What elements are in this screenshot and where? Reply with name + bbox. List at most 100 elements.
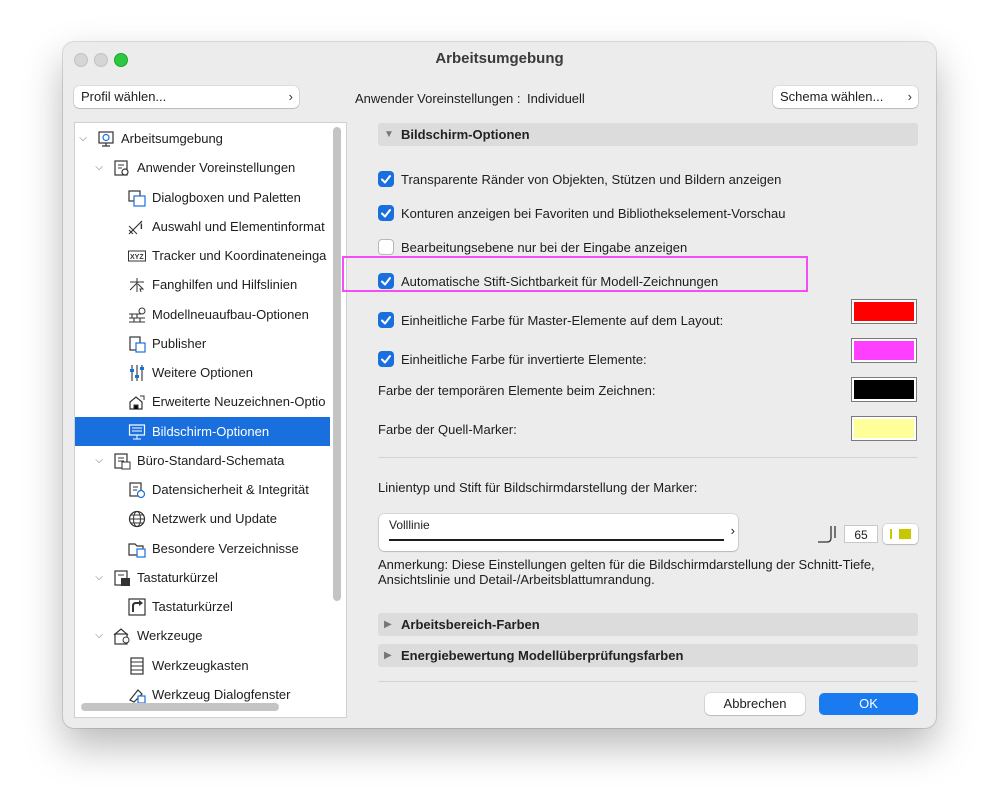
- sidebar-item[interactable]: Werkzeugkasten: [75, 651, 330, 680]
- divider: [378, 457, 918, 458]
- sidebar-item-label: Modellneuaufbau-Optionen: [152, 306, 309, 322]
- checkmark-icon: [381, 355, 391, 364]
- chevron-right-icon: ›: [907, 89, 912, 104]
- sidebar-item[interactable]: ⌵ Werkzeuge: [75, 621, 330, 650]
- sidebar-item[interactable]: i Auswahl und Elementinformat: [75, 212, 330, 241]
- tools-icon: [113, 628, 130, 645]
- pen-color-button[interactable]: [883, 524, 918, 544]
- user-settings-icon: [114, 160, 129, 176]
- option-checkbox[interactable]: [378, 205, 394, 221]
- vertical-scrollbar[interactable]: [333, 127, 341, 601]
- pen-icon: [818, 526, 836, 543]
- profile-select-button[interactable]: Profil wählen... ›: [74, 86, 299, 108]
- settings-value: Individuell: [527, 91, 585, 106]
- sidebar-item[interactable]: Publisher: [75, 329, 330, 358]
- shortcut-arrow-icon: [128, 598, 146, 616]
- disclosure-expanded-icon[interactable]: ⌵: [93, 563, 105, 592]
- option-label: Bearbeitungsebene nur bei der Eingabe an…: [401, 240, 688, 255]
- folder-icon: [128, 542, 146, 558]
- sidebar-item[interactable]: ⌵ Büro-Standard-Schemata: [75, 446, 330, 475]
- disclosure-collapsed-icon: ▶: [384, 650, 392, 661]
- sidebar-item[interactable]: Dialogboxen und Paletten: [75, 183, 330, 212]
- sidebar-item[interactable]: Datensicherheit & Integrität: [75, 475, 330, 504]
- disclosure-expanded-icon: ▼: [384, 129, 394, 140]
- window-title: Arbeitsumgebung: [435, 50, 564, 67]
- snap-guides-icon: [129, 278, 145, 293]
- sidebar-item[interactable]: Fanghilfen und Hilfslinien: [75, 270, 330, 299]
- sidebar-item[interactable]: ⌵ Arbeitsumgebung: [75, 124, 330, 153]
- profile-select-label: Profil wählen...: [81, 89, 167, 104]
- horizontal-scrollbar[interactable]: [81, 703, 279, 711]
- redraw-house-icon: [129, 395, 145, 410]
- option-label: Transparente Ränder von Objekten, Stütze…: [401, 172, 782, 187]
- sidebar-item[interactable]: ⌵ Anwender Voreinstellungen: [75, 153, 330, 182]
- sidebar-item[interactable]: Bildschirm-Optionen: [75, 416, 330, 446]
- sidebar-item-label: Tracker und Koordinateneinga: [152, 248, 327, 263]
- source-marker-color-label: Farbe der Quell-Marker:: [378, 422, 517, 437]
- option-checkbox[interactable]: [378, 351, 394, 367]
- settings-tree: ⌵ Arbeitsumgebung ⌵ Anwender Voreinstellung…: [74, 122, 347, 718]
- data-safety-icon: [129, 482, 146, 499]
- checkmark-icon: [381, 175, 391, 184]
- checkmark-icon: [381, 209, 391, 218]
- section-energy-colors[interactable]: ▶ Energiebewertung Modellüberprüfungsfar…: [378, 644, 918, 667]
- master-color-swatch[interactable]: [851, 299, 917, 324]
- section-screen-options[interactable]: ▼ Bildschirm-Optionen: [378, 123, 918, 146]
- divider: [378, 681, 918, 682]
- disclosure-expanded-icon[interactable]: ⌵: [93, 153, 105, 182]
- sidebar-item[interactable]: Netzwerk und Update: [75, 504, 330, 533]
- linetype-select[interactable]: Volllinie ›: [379, 514, 738, 551]
- schema-select-label: Schema wählen...: [780, 89, 884, 104]
- sidebar-item-label: Weitere Optionen: [152, 365, 253, 380]
- sidebar-item-label: Tastaturkürzel: [152, 599, 233, 614]
- option-label: Einheitliche Farbe für Master-Elemente a…: [401, 313, 724, 328]
- globe-icon: [128, 511, 146, 528]
- section-workspace-colors[interactable]: ▶ Arbeitsbereich-Farben: [378, 613, 918, 636]
- sidebar-item[interactable]: Weitere Optionen: [75, 358, 330, 387]
- linetype-value: Volllinie: [389, 518, 430, 532]
- svg-text:i: i: [140, 221, 143, 232]
- checkmark-icon: [381, 316, 391, 325]
- sidebar-item[interactable]: Erweiterte Neuzeichnen-Optio: [75, 387, 330, 416]
- sidebar-item[interactable]: XYZ Tracker und Koordinateneinga: [75, 241, 330, 270]
- cancel-button[interactable]: Abbrechen: [705, 693, 805, 715]
- sliders-icon: [130, 365, 144, 381]
- sidebar-item-label: Auswahl und Elementinformat: [152, 218, 325, 234]
- note-text: Anmerkung: Diese Einstellungen gelten fü…: [378, 557, 875, 587]
- settings-label: Anwender Voreinstellungen :: [355, 91, 521, 106]
- option-label: Einheitliche Farbe für invertierte Eleme…: [401, 352, 647, 367]
- sidebar-item-label: Datensicherheit & Integrität: [152, 482, 309, 497]
- option-checkbox[interactable]: [378, 171, 394, 187]
- chevron-right-icon: ›: [730, 523, 735, 538]
- tool-dialog-icon: [129, 688, 146, 704]
- sidebar-item-label: Fanghilfen und Hilfslinien: [152, 277, 298, 293]
- preferences-window: Arbeitsumgebung Profil wählen... › Anwen…: [63, 42, 936, 728]
- sidebar-item[interactable]: ⌵ Tastaturkürzel: [75, 563, 330, 592]
- sidebar-item-label: Erweiterte Neuzeichnen-Optio: [152, 394, 326, 410]
- office-standard-icon: [114, 453, 131, 470]
- disclosure-expanded-icon[interactable]: ⌵: [77, 124, 89, 153]
- ok-button[interactable]: OK: [819, 693, 918, 715]
- xyz-tracker-icon: XYZ: [128, 250, 146, 262]
- disclosure-expanded-icon[interactable]: ⌵: [93, 446, 105, 475]
- pen-number-field[interactable]: 65: [844, 525, 878, 543]
- option-checkbox[interactable]: [378, 239, 394, 255]
- source-marker-color-swatch[interactable]: [851, 416, 917, 441]
- sidebar-item-label: Arbeitsumgebung: [121, 131, 223, 146]
- sidebar-item-label: Bildschirm-Optionen: [152, 423, 270, 439]
- disclosure-expanded-icon[interactable]: ⌵: [93, 621, 105, 650]
- sidebar-item[interactable]: Modellneuaufbau-Optionen: [75, 300, 330, 329]
- temp-color-label: Farbe der temporären Elemente beim Zeich…: [378, 383, 656, 398]
- sidebar-item[interactable]: Besondere Verzeichnisse: [75, 534, 330, 563]
- temp-color-swatch[interactable]: [851, 377, 917, 402]
- rebuild-bricks-icon: [129, 307, 146, 323]
- sidebar-item[interactable]: Tastaturkürzel: [75, 592, 330, 621]
- schema-select-button[interactable]: Schema wählen... ›: [773, 86, 918, 108]
- line-preview: [389, 539, 724, 541]
- toolbox-icon: [130, 656, 144, 675]
- sidebar-item-label: Besondere Verzeichnisse: [152, 540, 299, 556]
- highlight-annotation: [342, 256, 808, 292]
- inverted-color-swatch[interactable]: [851, 338, 917, 363]
- option-checkbox[interactable]: [378, 312, 394, 328]
- sidebar-item-label: Tastaturkürzel: [137, 569, 218, 585]
